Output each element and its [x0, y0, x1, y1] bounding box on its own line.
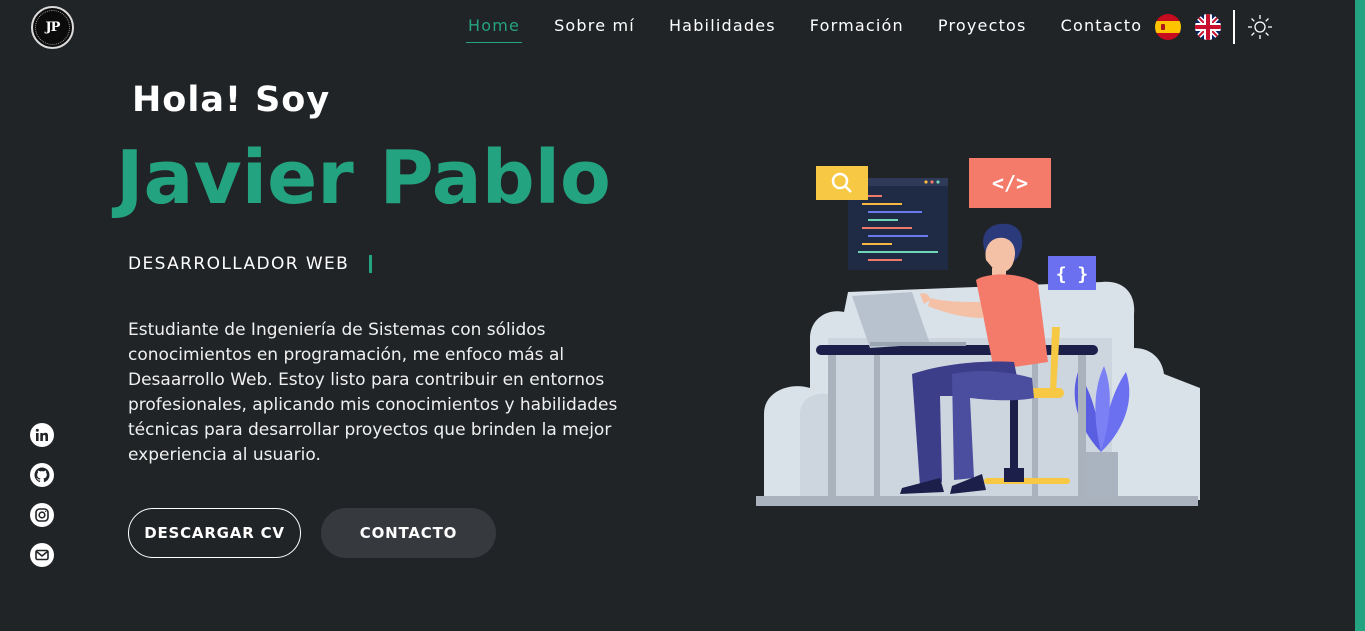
contact-button[interactable]: CONTACTO [321, 508, 496, 558]
nav-proyectos[interactable]: Proyectos [938, 16, 1027, 43]
email-icon[interactable] [30, 543, 54, 567]
developer-illustration: </> { } [752, 152, 1202, 512]
github-icon[interactable] [30, 463, 54, 487]
linkedin-icon[interactable] [30, 423, 54, 447]
nav-divider [1233, 10, 1235, 44]
nav-formacion[interactable]: Formación [810, 16, 904, 43]
nav-sobre-mi[interactable]: Sobre mí [554, 16, 635, 43]
uk-flag-icon[interactable] [1195, 14, 1221, 40]
role-line: DESARROLLADOR WEB [128, 254, 373, 274]
logo-initials: JP [35, 10, 70, 45]
typing-cursor [369, 255, 373, 273]
hero-name: Javier Pablo [116, 135, 611, 221]
nav-habilidades[interactable]: Habilidades [669, 16, 776, 43]
nav-home[interactable]: Home [465, 16, 523, 43]
spain-flag-icon[interactable] [1155, 14, 1181, 40]
greeting: Hola! Soy [132, 80, 331, 120]
scrollbar[interactable] [1355, 0, 1365, 631]
nav-contacto[interactable]: Contacto [1061, 16, 1143, 43]
logo[interactable]: JP [31, 6, 74, 49]
instagram-icon[interactable] [30, 503, 54, 527]
social-links [30, 423, 54, 583]
svg-text:{ }: { } [1056, 264, 1089, 285]
main-nav: Home Sobre mí Habilidades Formación Proy… [465, 16, 1176, 43]
role-title: DESARROLLADOR WEB [128, 254, 350, 274]
download-cv-button[interactable]: DESCARGAR CV [128, 508, 301, 558]
sun-icon[interactable] [1247, 14, 1273, 40]
about-text: Estudiante de Ingeniería de Sistemas con… [128, 320, 618, 465]
svg-text:</>: </> [992, 171, 1028, 195]
